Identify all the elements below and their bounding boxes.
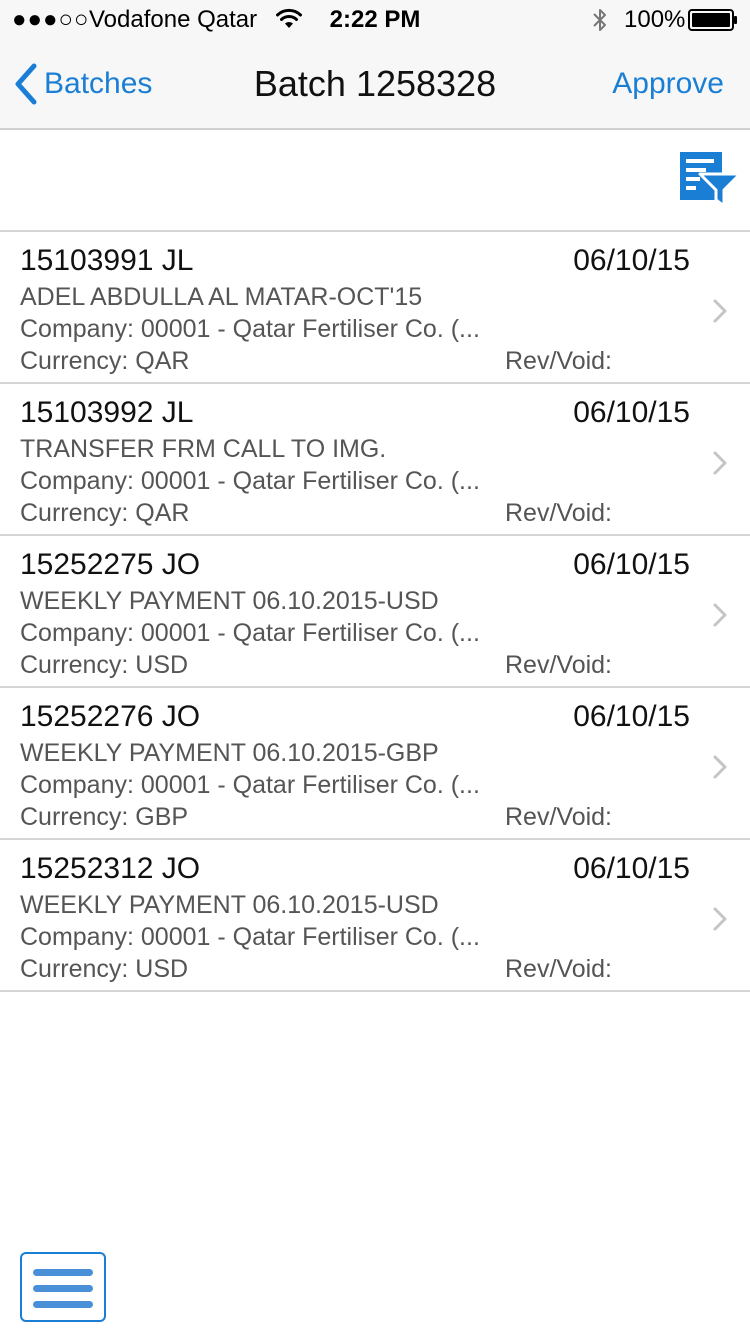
chevron-right-icon	[713, 755, 727, 779]
approve-button[interactable]: Approve	[612, 62, 724, 106]
chevron-right-icon	[713, 603, 727, 627]
status-bar: ●●●○○ Vodafone Qatar 2:22 PM 100%	[0, 0, 750, 40]
batch-company: Company: 00001 - Qatar Fertiliser Co. (.…	[20, 467, 480, 495]
batch-number: 15103991 JL	[20, 244, 194, 277]
filter-icon[interactable]	[680, 150, 740, 208]
filter-toolbar	[0, 130, 750, 232]
batch-number: 15103992 JL	[20, 396, 194, 429]
chevron-right-icon	[713, 299, 727, 323]
batch-company: Company: 00001 - Qatar Fertiliser Co. (.…	[20, 923, 480, 951]
batch-rev-void: Rev/Void:	[505, 955, 613, 983]
list-item[interactable]: 15252276 JO 06/10/15 WEEKLY PAYMENT 06.1…	[0, 688, 750, 840]
batch-number: 15252275 JO	[20, 548, 201, 581]
batch-currency: Currency: USD	[20, 955, 189, 983]
batch-currency: Currency: USD	[20, 651, 189, 679]
batch-date: 06/10/15	[573, 548, 690, 581]
navigation-bar: Batches Batch 1258328 Approve	[0, 40, 750, 130]
list-item[interactable]: 15103991 JL 06/10/15 ADEL ABDULLA AL MAT…	[0, 232, 750, 384]
batch-rev-void: Rev/Void:	[505, 347, 613, 375]
batch-number: 15252276 JO	[20, 700, 201, 733]
batch-currency: Currency: GBP	[20, 803, 189, 831]
batch-company: Company: 00001 - Qatar Fertiliser Co. (.…	[20, 315, 480, 343]
list-item[interactable]: 15252312 JO 06/10/15 WEEKLY PAYMENT 06.1…	[0, 840, 750, 992]
batch-description: WEEKLY PAYMENT 06.10.2015-USD	[20, 587, 439, 615]
bluetooth-icon	[593, 9, 606, 31]
batch-company: Company: 00001 - Qatar Fertiliser Co. (.…	[20, 771, 480, 799]
batch-description: TRANSFER FRM CALL TO IMG.	[20, 435, 387, 463]
batch-list: 15103991 JL 06/10/15 ADEL ABDULLA AL MAT…	[0, 232, 750, 992]
batch-currency: Currency: QAR	[20, 499, 190, 527]
batch-description: WEEKLY PAYMENT 06.10.2015-USD	[20, 891, 439, 919]
batch-date: 06/10/15	[573, 396, 690, 429]
batch-company: Company: 00001 - Qatar Fertiliser Co. (.…	[20, 619, 480, 647]
batch-rev-void: Rev/Void:	[505, 803, 613, 831]
batch-rev-void: Rev/Void:	[505, 499, 613, 527]
batch-currency: Currency: QAR	[20, 347, 190, 375]
hamburger-menu-button[interactable]	[20, 1252, 106, 1322]
chevron-right-icon	[713, 451, 727, 475]
battery-percent: 100%	[624, 6, 686, 33]
batch-description: WEEKLY PAYMENT 06.10.2015-GBP	[20, 739, 439, 767]
batch-date: 06/10/15	[573, 700, 690, 733]
batch-rev-void: Rev/Void:	[505, 651, 613, 679]
hamburger-menu-icon	[33, 1301, 93, 1308]
batch-description: ADEL ABDULLA AL MATAR-OCT'15	[20, 283, 423, 311]
list-item[interactable]: 15103992 JL 06/10/15 TRANSFER FRM CALL T…	[0, 384, 750, 536]
battery-icon	[688, 9, 737, 31]
chevron-right-icon	[713, 907, 727, 931]
hamburger-menu-icon	[33, 1269, 93, 1276]
list-item[interactable]: 15252275 JO 06/10/15 WEEKLY PAYMENT 06.1…	[0, 536, 750, 688]
batch-date: 06/10/15	[573, 244, 690, 277]
batch-date: 06/10/15	[573, 852, 690, 885]
hamburger-menu-icon	[33, 1285, 93, 1292]
batch-number: 15252312 JO	[20, 852, 201, 885]
